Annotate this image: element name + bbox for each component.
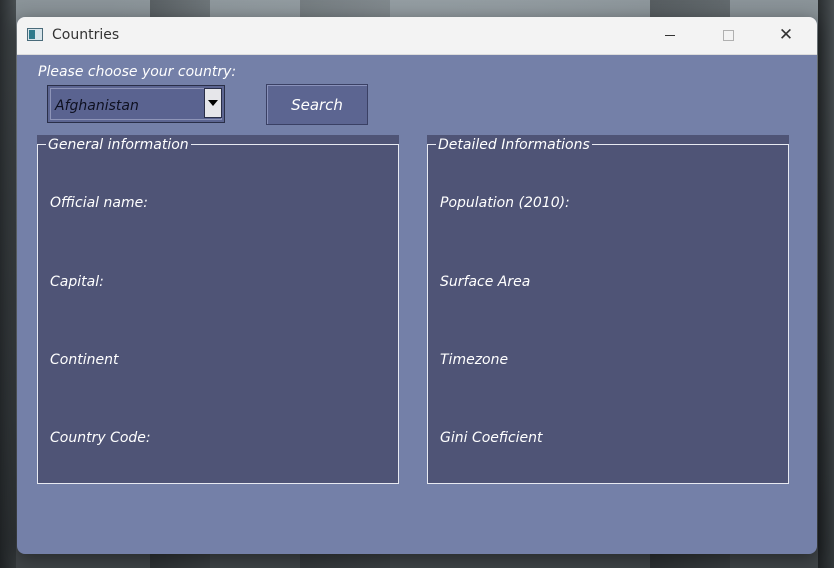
general-information-title: General information <box>46 136 191 154</box>
close-icon: ✕ <box>778 25 794 45</box>
country-dropdown[interactable]: Afghanistan <box>47 85 225 123</box>
population-label: Population (2010): <box>440 195 570 211</box>
minimize-button[interactable] <box>641 17 699 54</box>
general-information-group: General information Official name: Capit… <box>37 135 399 484</box>
window-content: Please choose your country: Afghanistan … <box>17 54 817 554</box>
window-title: Countries <box>52 27 120 43</box>
dropdown-arrow-button[interactable] <box>204 88 222 118</box>
countries-window: Countries ✕ Please choose your country: … <box>17 17 817 554</box>
search-button[interactable]: Search <box>266 84 368 125</box>
continent-label: Continent <box>50 352 119 368</box>
timezone-label: Timezone <box>440 352 509 368</box>
capital-label: Capital: <box>50 274 104 290</box>
maximize-icon <box>722 30 734 41</box>
close-button[interactable]: ✕ <box>757 17 815 54</box>
window-app-icon <box>27 28 43 41</box>
chevron-down-icon <box>208 100 218 106</box>
country-dropdown-value: Afghanistan <box>55 98 139 114</box>
gini-coefficient-label: Gini Coeficient <box>440 430 543 446</box>
country-dropdown-field[interactable]: Afghanistan <box>50 88 222 120</box>
official-name-label: Official name: <box>50 195 148 211</box>
title-bar[interactable]: Countries ✕ <box>17 17 817 55</box>
detailed-informations-group: Detailed Informations Population (2010):… <box>427 135 789 484</box>
surface-area-label: Surface Area <box>440 274 531 290</box>
country-code-label: Country Code: <box>50 430 151 446</box>
minimize-icon <box>665 35 675 36</box>
detailed-informations-title: Detailed Informations <box>436 136 592 154</box>
maximize-button[interactable] <box>699 17 757 54</box>
country-prompt-label: Please choose your country: <box>38 64 237 80</box>
